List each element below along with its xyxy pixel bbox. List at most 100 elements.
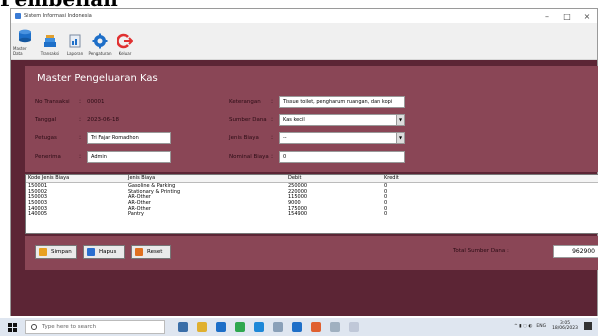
report-icon [69, 34, 81, 48]
toolbar-transaksi-button[interactable]: Transaksi [38, 33, 62, 59]
toolbar: Master Data Transaksi Laporan Pengaturan… [11, 23, 597, 60]
file-explorer-icon[interactable] [197, 322, 207, 332]
simpan-button[interactable]: Simpan [35, 245, 77, 259]
tray-icons[interactable]: ^ ▮ ◌ ◐ [514, 324, 532, 329]
toolbar-label: Laporan [66, 51, 84, 56]
clock[interactable]: 3:05 18/06/2023 [552, 321, 578, 331]
toolbar-label: Keluar [118, 51, 132, 56]
colon: : [79, 98, 82, 105]
keterangan-field[interactable]: Tissue toilet, pengharum ruangan, dan ko… [279, 96, 405, 108]
system-tray: ^ ▮ ◌ ◐ ENG 3:05 18/06/2023 [514, 321, 592, 331]
penerima-label: Penerima [35, 154, 61, 160]
save-icon [39, 248, 47, 256]
taskbar-search-box[interactable]: Type here to search [25, 320, 165, 334]
no-transaksi-value: 00001 [87, 99, 105, 105]
language-indicator[interactable]: ENG [536, 324, 546, 329]
chevron-down-icon[interactable]: ▼ [396, 115, 404, 125]
edge-icon[interactable] [254, 322, 264, 332]
title-bar: Sistem Informasi Indonesia – □ × [11, 9, 597, 23]
colon: : [79, 153, 82, 160]
colon: : [79, 134, 82, 141]
transaction-form: No Transaksi : 00001 Tanggal : 2023-06-1… [25, 92, 598, 172]
nominal-biaya-field[interactable]: 0 [279, 151, 405, 163]
no-transaksi-label: No Transaksi [35, 99, 70, 105]
reset-button[interactable]: Reset [131, 245, 171, 259]
colon: : [271, 98, 274, 105]
toolbar-pengaturan-button[interactable]: Pengaturan [88, 33, 112, 59]
notification-icon[interactable] [584, 322, 592, 330]
colon: : [271, 153, 274, 160]
sumber-dana-value: Kas kecil [283, 117, 305, 123]
column-header[interactable]: Kode Jenis Biaya [28, 175, 69, 182]
toolbar-label: Pengaturan [88, 51, 112, 56]
petugas-label: Petugas [35, 135, 57, 141]
column-header[interactable]: Debit [288, 175, 301, 182]
stack-icon [44, 35, 56, 47]
table-header: Kode Jenis Biaya Jenis Biaya Debit Kredi… [26, 175, 598, 183]
biaya-table[interactable]: Kode Jenis Biaya Jenis Biaya Debit Kredi… [25, 174, 598, 234]
table-row[interactable]: 140005 Pantry 154900 0 [26, 211, 598, 217]
tanggal-label: Tanggal [35, 117, 57, 123]
petugas-field[interactable]: Tri Fajar Romadhon [87, 132, 171, 144]
cell-jenis: Pantry [128, 211, 144, 218]
hapus-label: Hapus [99, 249, 117, 255]
total-sumber-dana-label: Total Sumber Dana : [453, 248, 509, 254]
search-placeholder: Type here to search [42, 324, 97, 330]
main-content: Master Pengeluaran Kas No Transaksi : 00… [11, 60, 598, 316]
penerima-field[interactable]: Admin [87, 151, 171, 163]
window-title: Sistem Informasi Indonesia [24, 13, 92, 19]
toolbar-label: Transaksi [40, 51, 60, 56]
app-window: Sistem Informasi Indonesia – □ × Master … [10, 8, 598, 316]
clock-date: 18/06/2023 [552, 326, 578, 331]
colon: : [79, 116, 82, 123]
sumber-dana-select[interactable]: Kas kecil ▼ [279, 114, 405, 126]
tanggal-value: 2023-06-18 [87, 117, 119, 123]
jenis-biaya-label: Jenis Biaya [229, 135, 259, 141]
task-view-icon[interactable] [178, 322, 188, 332]
toolbar-keluar-button[interactable]: Keluar [113, 33, 137, 59]
reset-label: Reset [147, 249, 163, 255]
search-icon [31, 324, 37, 330]
hapus-button[interactable]: Hapus [83, 245, 125, 259]
jenis-biaya-value: -- [283, 135, 287, 141]
logout-icon [117, 33, 133, 49]
app-icon[interactable] [292, 322, 302, 332]
colon: : [271, 134, 274, 141]
app-icon[interactable] [273, 322, 283, 332]
chrome-icon[interactable] [235, 322, 245, 332]
window-controls: – □ × [537, 12, 597, 21]
app-icon [15, 13, 21, 19]
cell-kode: 140005 [28, 211, 48, 218]
cell-kredit: 0 [384, 211, 388, 218]
close-button[interactable]: × [577, 12, 597, 21]
chevron-down-icon[interactable]: ▼ [396, 133, 404, 143]
app-icon[interactable] [349, 322, 359, 332]
keterangan-label: Keterangan [229, 99, 261, 105]
reset-icon [135, 248, 143, 256]
taskbar: Type here to search ^ ▮ ◌ ◐ ENG 3:05 18/… [0, 318, 598, 336]
colon: : [271, 116, 274, 123]
cell-debit: 154900 [288, 211, 308, 218]
toolbar-master-data-button[interactable]: Master Data [13, 28, 37, 59]
gear-icon [92, 33, 108, 49]
panel-title: Master Pengeluaran Kas [25, 66, 598, 92]
minimize-button[interactable]: – [537, 12, 557, 21]
column-header[interactable]: Jenis Biaya [128, 175, 155, 182]
toolbar-label: Master Data [13, 46, 27, 56]
maximize-button[interactable]: □ [557, 12, 577, 21]
database-icon [19, 29, 31, 43]
delete-icon [87, 248, 95, 256]
taskbar-apps [178, 322, 368, 332]
store-icon[interactable] [216, 322, 226, 332]
jenis-biaya-select[interactable]: -- ▼ [279, 132, 405, 144]
toolbar-laporan-button[interactable]: Laporan [63, 33, 87, 59]
action-bar: Simpan Hapus Reset Total Sumber Dana : 9… [25, 236, 598, 270]
windows-start-icon[interactable] [8, 322, 17, 332]
total-sumber-dana-field[interactable]: 962900 [553, 245, 598, 258]
app-icon[interactable] [311, 322, 321, 332]
sumber-dana-label: Sumber Dana [229, 117, 267, 123]
column-header[interactable]: Kredit [384, 175, 399, 182]
nominal-biaya-label: Nominal Biaya [229, 154, 269, 160]
app-icon[interactable] [330, 322, 340, 332]
simpan-label: Simpan [51, 249, 72, 255]
